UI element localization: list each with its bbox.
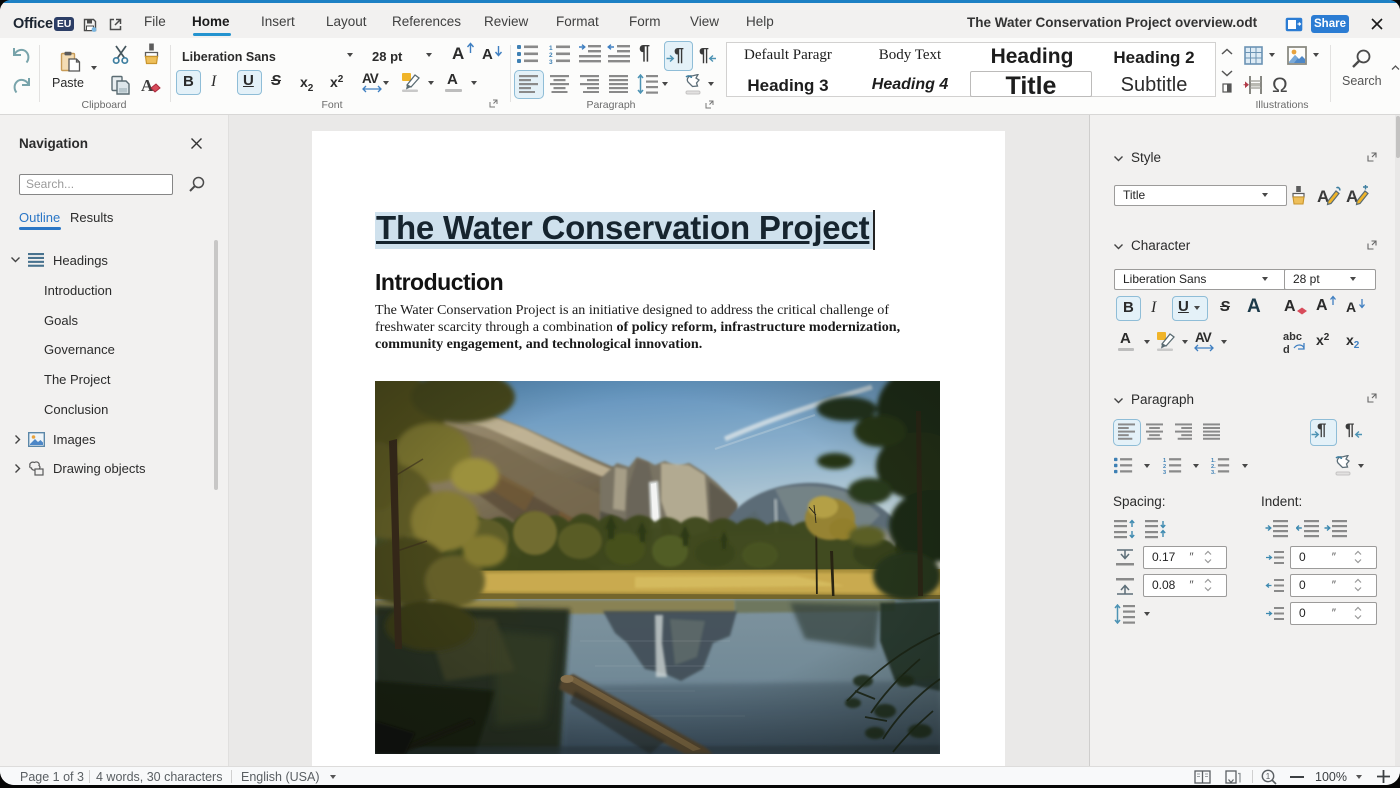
svg-text:1: 1 — [1266, 772, 1271, 781]
svg-text:1.: 1. — [1211, 458, 1216, 464]
svg-text:abc: abc — [1283, 331, 1302, 343]
svg-text:1: 1 — [549, 45, 553, 52]
svg-text:2: 2 — [549, 52, 553, 59]
svg-text:3: 3 — [549, 59, 553, 65]
svg-text:2.: 2. — [1211, 464, 1216, 470]
svg-text:1: 1 — [1163, 458, 1166, 464]
svg-text:3.: 3. — [1211, 470, 1216, 475]
svg-text:d: d — [1283, 344, 1290, 355]
svg-text:A: A — [141, 76, 154, 95]
svg-text:2: 2 — [1163, 464, 1166, 470]
svg-text:3: 3 — [1163, 470, 1166, 475]
